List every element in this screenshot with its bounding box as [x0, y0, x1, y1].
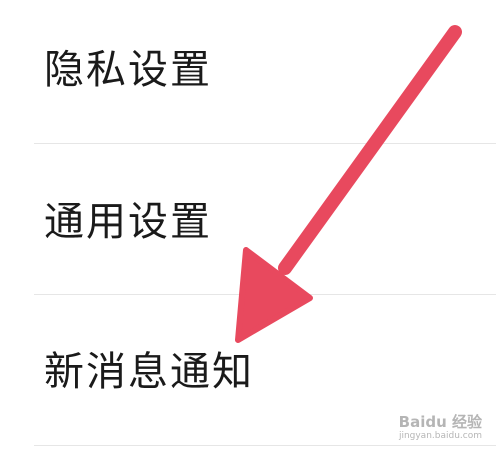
settings-item-new-message-notification-label: 新消息通知	[44, 349, 254, 395]
settings-item-privacy-label: 隐私设置	[44, 47, 212, 93]
settings-item-new-message-notification[interactable]: 新消息通知	[0, 295, 496, 445]
settings-item-privacy[interactable]: 隐私设置	[0, 0, 496, 143]
divider	[34, 445, 496, 446]
screen: 隐私设置 通用设置 新消息通知 Baidu 经验 jingyan.baidu.c…	[0, 0, 496, 452]
settings-item-general-label: 通用设置	[44, 199, 212, 245]
settings-list: 隐私设置 通用设置 新消息通知	[0, 0, 496, 452]
settings-item-general[interactable]: 通用设置	[0, 144, 496, 294]
